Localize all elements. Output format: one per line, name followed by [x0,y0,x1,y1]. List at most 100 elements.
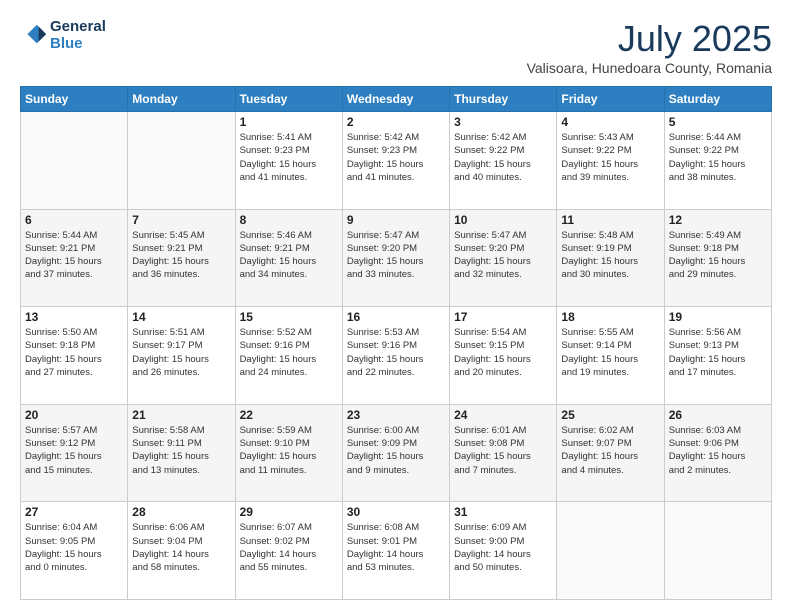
day-number: 10 [454,213,552,227]
day-number: 23 [347,408,445,422]
location: Valisoara, Hunedoara County, Romania [527,60,772,76]
day-number: 9 [347,213,445,227]
day-info: Sunrise: 5:54 AM Sunset: 9:15 PM Dayligh… [454,326,552,379]
day-number: 5 [669,115,767,129]
day-info: Sunrise: 6:08 AM Sunset: 9:01 PM Dayligh… [347,521,445,574]
col-wednesday: Wednesday [342,87,449,112]
day-number: 17 [454,310,552,324]
day-number: 22 [240,408,338,422]
day-info: Sunrise: 5:44 AM Sunset: 9:22 PM Dayligh… [669,131,767,184]
day-info: Sunrise: 5:42 AM Sunset: 9:23 PM Dayligh… [347,131,445,184]
calendar-cell: 29 Sunrise: 6:07 AM Sunset: 9:02 PM Dayli… [235,502,342,600]
day-info: Sunrise: 5:41 AM Sunset: 9:23 PM Dayligh… [240,131,338,184]
day-info: Sunrise: 6:04 AM Sunset: 9:05 PM Dayligh… [25,521,123,574]
calendar-cell: 11Sunrise: 5:48 AM Sunset: 9:19 PM Dayli… [557,209,664,307]
logo-icon [20,21,48,49]
day-number: 29 [240,505,338,519]
calendar-cell [21,112,128,210]
day-number: 14 [132,310,230,324]
calendar-cell: 31Sunrise: 6:09 AM Sunset: 9:00 PM Dayli… [450,502,557,600]
calendar-cell: 24Sunrise: 6:01 AM Sunset: 9:08 PM Dayli… [450,404,557,502]
calendar-cell: 27 Sunrise: 6:04 AM Sunset: 9:05 PM Dayli… [21,502,128,600]
day-info: Sunrise: 6:07 AM Sunset: 9:02 PM Dayligh… [240,521,338,574]
calendar-cell: 18 Sunrise: 5:55 AM Sunset: 9:14 PM Dayli… [557,307,664,405]
calendar-cell [664,502,771,600]
col-saturday: Saturday [664,87,771,112]
calendar-cell: 9 Sunrise: 5:47 AM Sunset: 9:20 PM Daylig… [342,209,449,307]
calendar-cell: 7 Sunrise: 5:45 AM Sunset: 9:21 PM Daylig… [128,209,235,307]
day-info: Sunrise: 5:45 AM Sunset: 9:21 PM Dayligh… [132,229,230,282]
day-number: 18 [561,310,659,324]
day-number: 28 [132,505,230,519]
day-info: Sunrise: 6:02 AM Sunset: 9:07 PM Dayligh… [561,424,659,477]
day-number: 11 [561,213,659,227]
day-number: 26 [669,408,767,422]
calendar-row-2: 6 Sunrise: 5:44 AM Sunset: 9:21 PM Daylig… [21,209,772,307]
day-number: 13 [25,310,123,324]
day-info: Sunrise: 6:03 AM Sunset: 9:06 PM Dayligh… [669,424,767,477]
day-number: 20 [25,408,123,422]
calendar-cell: 6 Sunrise: 5:44 AM Sunset: 9:21 PM Daylig… [21,209,128,307]
day-info: Sunrise: 5:46 AM Sunset: 9:21 PM Dayligh… [240,229,338,282]
logo: General Blue [20,18,106,53]
col-monday: Monday [128,87,235,112]
day-info: Sunrise: 6:09 AM Sunset: 9:00 PM Dayligh… [454,521,552,574]
calendar-cell: 19 Sunrise: 5:56 AM Sunset: 9:13 PM Dayli… [664,307,771,405]
calendar-cell: 15Sunrise: 5:52 AM Sunset: 9:16 PM Dayli… [235,307,342,405]
calendar-cell: 26 Sunrise: 6:03 AM Sunset: 9:06 PM Dayli… [664,404,771,502]
calendar-cell: 3 Sunrise: 5:42 AM Sunset: 9:22 PM Daylig… [450,112,557,210]
day-info: Sunrise: 5:51 AM Sunset: 9:17 PM Dayligh… [132,326,230,379]
day-number: 24 [454,408,552,422]
calendar-cell: 22 Sunrise: 5:59 AM Sunset: 9:10 PM Dayli… [235,404,342,502]
month-title: July 2025 [527,18,772,60]
col-friday: Friday [557,87,664,112]
day-number: 3 [454,115,552,129]
header: General Blue July 2025 Valisoara, Hunedo… [20,18,772,76]
col-sunday: Sunday [21,87,128,112]
logo-text: General Blue [50,18,106,53]
calendar-cell: 4Sunrise: 5:43 AM Sunset: 9:22 PM Daylig… [557,112,664,210]
day-info: Sunrise: 5:42 AM Sunset: 9:22 PM Dayligh… [454,131,552,184]
calendar-header-row: Sunday Monday Tuesday Wednesday Thursday… [21,87,772,112]
day-info: Sunrise: 5:53 AM Sunset: 9:16 PM Dayligh… [347,326,445,379]
day-number: 25 [561,408,659,422]
col-thursday: Thursday [450,87,557,112]
calendar-page: General Blue July 2025 Valisoara, Hunedo… [0,0,792,612]
day-info: Sunrise: 5:59 AM Sunset: 9:10 PM Dayligh… [240,424,338,477]
day-number: 19 [669,310,767,324]
day-info: Sunrise: 5:43 AM Sunset: 9:22 PM Dayligh… [561,131,659,184]
day-info: Sunrise: 5:50 AM Sunset: 9:18 PM Dayligh… [25,326,123,379]
day-number: 1 [240,115,338,129]
day-info: Sunrise: 5:57 AM Sunset: 9:12 PM Dayligh… [25,424,123,477]
calendar-cell: 12 Sunrise: 5:49 AM Sunset: 9:18 PM Dayli… [664,209,771,307]
day-info: Sunrise: 5:58 AM Sunset: 9:11 PM Dayligh… [132,424,230,477]
day-number: 27 [25,505,123,519]
calendar-cell [128,112,235,210]
calendar-cell: 14 Sunrise: 5:51 AM Sunset: 9:17 PM Dayli… [128,307,235,405]
day-number: 30 [347,505,445,519]
day-info: Sunrise: 5:47 AM Sunset: 9:20 PM Dayligh… [347,229,445,282]
day-number: 15 [240,310,338,324]
day-info: Sunrise: 5:44 AM Sunset: 9:21 PM Dayligh… [25,229,123,282]
calendar-row-1: 1 Sunrise: 5:41 AM Sunset: 9:23 PM Daylig… [21,112,772,210]
day-info: Sunrise: 5:49 AM Sunset: 9:18 PM Dayligh… [669,229,767,282]
calendar-cell: 8 Sunrise: 5:46 AM Sunset: 9:21 PM Daylig… [235,209,342,307]
calendar-cell: 28Sunrise: 6:06 AM Sunset: 9:04 PM Dayli… [128,502,235,600]
day-number: 12 [669,213,767,227]
day-number: 8 [240,213,338,227]
day-number: 7 [132,213,230,227]
calendar-cell: 10Sunrise: 5:47 AM Sunset: 9:20 PM Dayli… [450,209,557,307]
day-info: Sunrise: 5:56 AM Sunset: 9:13 PM Dayligh… [669,326,767,379]
calendar-cell: 20 Sunrise: 5:57 AM Sunset: 9:12 PM Dayli… [21,404,128,502]
calendar-cell: 25 Sunrise: 6:02 AM Sunset: 9:07 PM Dayli… [557,404,664,502]
title-block: July 2025 Valisoara, Hunedoara County, R… [527,18,772,76]
calendar-cell: 5 Sunrise: 5:44 AM Sunset: 9:22 PM Daylig… [664,112,771,210]
calendar-row-3: 13 Sunrise: 5:50 AM Sunset: 9:18 PM Dayli… [21,307,772,405]
day-info: Sunrise: 5:55 AM Sunset: 9:14 PM Dayligh… [561,326,659,379]
day-number: 16 [347,310,445,324]
day-number: 6 [25,213,123,227]
calendar-row-5: 27 Sunrise: 6:04 AM Sunset: 9:05 PM Dayli… [21,502,772,600]
calendar-cell: 2Sunrise: 5:42 AM Sunset: 9:23 PM Daylig… [342,112,449,210]
day-number: 21 [132,408,230,422]
col-tuesday: Tuesday [235,87,342,112]
